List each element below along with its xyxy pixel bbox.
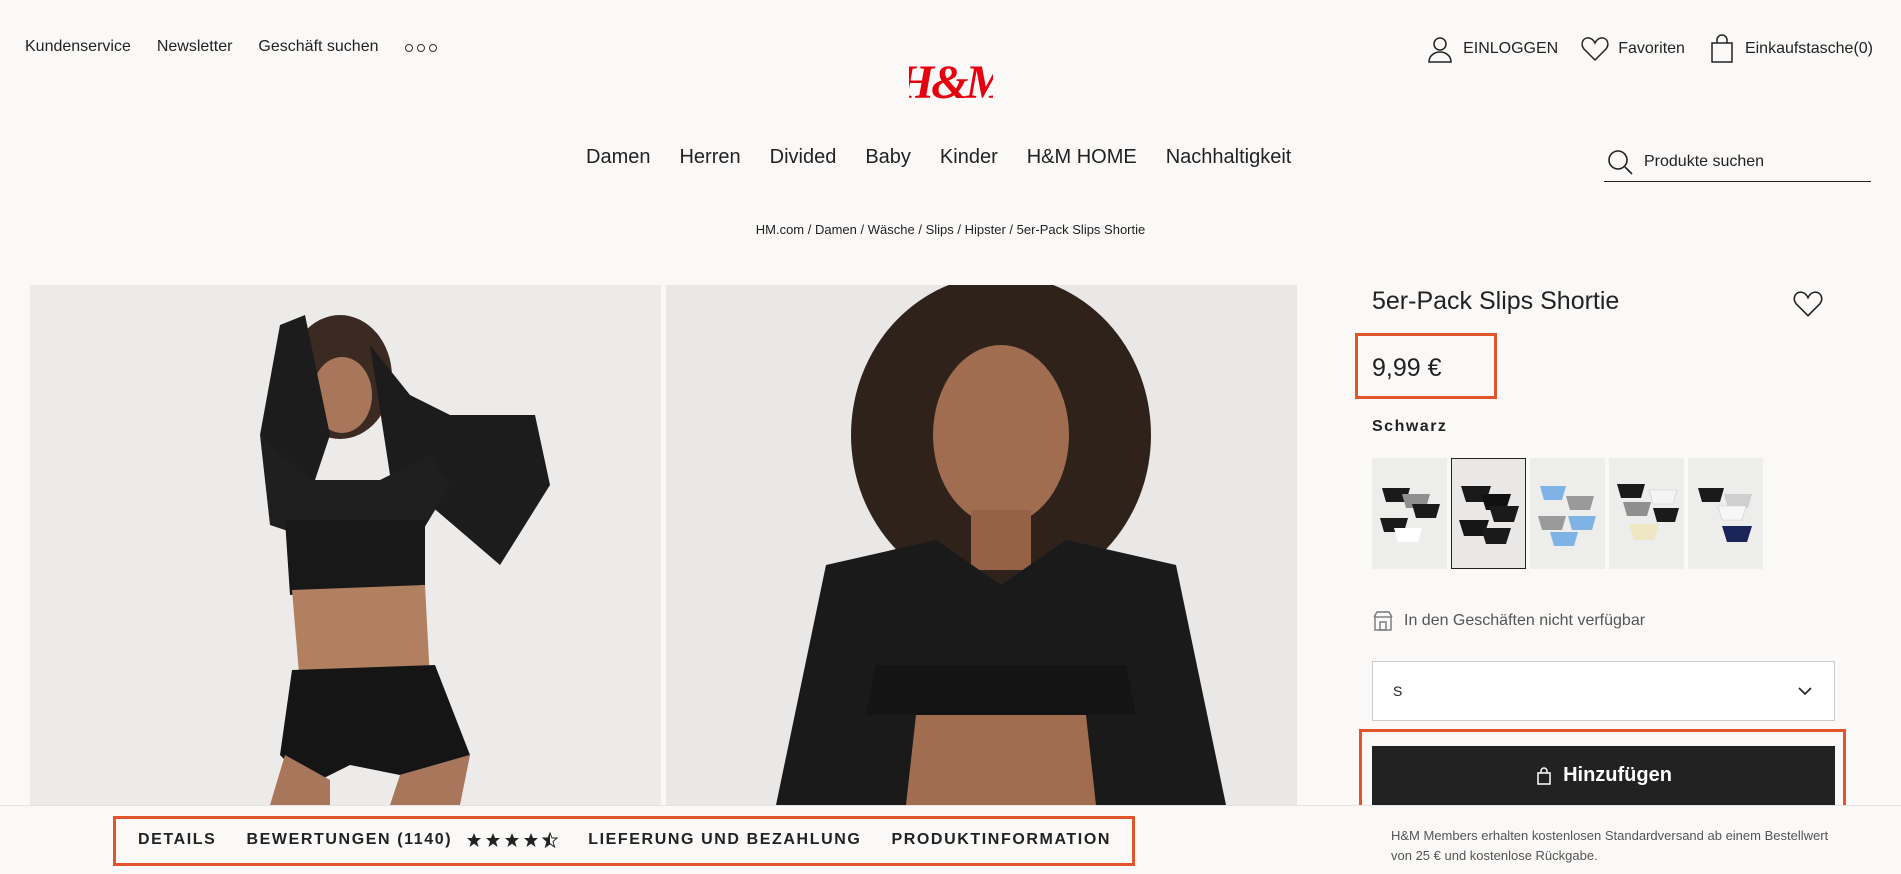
more-icon[interactable]	[404, 40, 437, 56]
search-input[interactable]	[1644, 152, 1844, 171]
nav-damen[interactable]: Damen	[586, 146, 650, 169]
product-image-2[interactable]	[666, 285, 1297, 805]
breadcrumb-item[interactable]: HM.com	[756, 222, 804, 237]
heart-icon	[1581, 37, 1609, 62]
size-value: S	[1393, 683, 1403, 699]
store-availability: In den Geschäften nicht verfügbar	[1372, 610, 1645, 632]
swatch-light-blue-grey[interactable]	[1530, 458, 1605, 569]
swatch-black-beige-white[interactable]	[1609, 458, 1684, 569]
add-to-bag-label: Hinzufügen	[1563, 764, 1672, 786]
star-icon	[524, 833, 539, 847]
selected-color-label: Schwarz	[1372, 418, 1448, 435]
main-nav: Damen Herren Divided Baby Kinder H&M HOM…	[586, 146, 1291, 169]
breadcrumb-item[interactable]: Wäsche	[868, 222, 915, 237]
breadcrumb: HM.com / Damen / Wäsche / Slips / Hipste…	[755, 222, 1146, 237]
product-price: 9,99 €	[1372, 354, 1442, 382]
tab-delivery[interactable]: LIEFERUNG UND BEZAHLUNG	[588, 831, 861, 849]
favorite-heart-icon[interactable]	[1792, 288, 1824, 320]
user-icon	[1428, 37, 1452, 63]
tab-product-info[interactable]: PRODUKTINFORMATION	[891, 831, 1111, 849]
swatch-black[interactable]	[1451, 458, 1526, 569]
product-image-1[interactable]	[30, 285, 661, 805]
nav-kinder[interactable]: Kinder	[940, 146, 998, 169]
star-icon	[486, 833, 501, 847]
size-select[interactable]: S	[1372, 661, 1835, 721]
shopping-bag-icon	[1537, 766, 1551, 785]
shopping-bag-button[interactable]: Einkaufstasche(0)	[1707, 34, 1873, 64]
color-swatches	[1372, 458, 1763, 569]
nav-herren[interactable]: Herren	[679, 146, 740, 169]
shopping-bag-icon	[1711, 34, 1733, 63]
product-title: 5er-Pack Slips Shortie	[1372, 287, 1620, 315]
members-shipping-note: H&M Members erhalten kostenlosen Standar…	[1391, 828, 1829, 863]
breadcrumb-item[interactable]: Slips	[926, 222, 954, 237]
breadcrumb-current: 5er-Pack Slips Shortie	[1016, 222, 1146, 237]
tab-details[interactable]: DETAILS	[138, 831, 216, 849]
login-button[interactable]: EINLOGGEN	[1425, 34, 1558, 64]
breadcrumb-item[interactable]: Hipster	[965, 222, 1006, 237]
add-to-bag-button[interactable]: Hinzufügen	[1372, 746, 1835, 805]
chevron-down-icon	[1798, 687, 1812, 696]
tab-reviews[interactable]: BEWERTUNGEN (1140)	[246, 831, 559, 849]
search-bar	[1604, 142, 1871, 182]
star-icon	[505, 833, 520, 847]
newsletter-link[interactable]: Newsletter	[157, 38, 233, 56]
hm-logo[interactable]: H&M	[909, 52, 993, 112]
availability-text: In den Geschäften nicht verfügbar	[1404, 612, 1646, 629]
customer-service-link[interactable]: Kundenservice	[25, 38, 131, 56]
store-locator-link[interactable]: Geschäft suchen	[258, 38, 378, 56]
favorites-button[interactable]: Favoriten	[1580, 34, 1685, 64]
rating-stars	[466, 832, 559, 848]
swatch-black-grey-white[interactable]	[1372, 458, 1447, 569]
bag-label: Einkaufstasche(0)	[1744, 40, 1873, 57]
svg-text:H&M: H&M	[909, 56, 993, 109]
nav-hm-home[interactable]: H&M HOME	[1027, 146, 1137, 169]
favorites-label: Favoriten	[1618, 40, 1685, 57]
nav-baby[interactable]: Baby	[865, 146, 911, 169]
swatch-black-white-navy[interactable]	[1688, 458, 1763, 569]
product-tabs: DETAILS BEWERTUNGEN (1140) LIEFERUNG UND…	[138, 831, 1111, 849]
breadcrumb-item[interactable]: Damen	[815, 222, 857, 237]
tab-reviews-label: BEWERTUNGEN (1140)	[246, 831, 453, 848]
half-star-icon	[542, 832, 559, 848]
store-icon	[1373, 611, 1393, 631]
login-label: EINLOGGEN	[1463, 40, 1559, 57]
nav-nachhaltigkeit[interactable]: Nachhaltigkeit	[1166, 146, 1292, 169]
star-icon	[467, 833, 482, 847]
nav-divided[interactable]: Divided	[770, 146, 837, 169]
utility-nav: Kundenservice Newsletter Geschäft suchen	[25, 38, 437, 56]
account-nav: EINLOGGEN Favoriten Einkaufstasche(0)	[1425, 34, 1873, 64]
search-icon[interactable]	[1606, 148, 1634, 176]
